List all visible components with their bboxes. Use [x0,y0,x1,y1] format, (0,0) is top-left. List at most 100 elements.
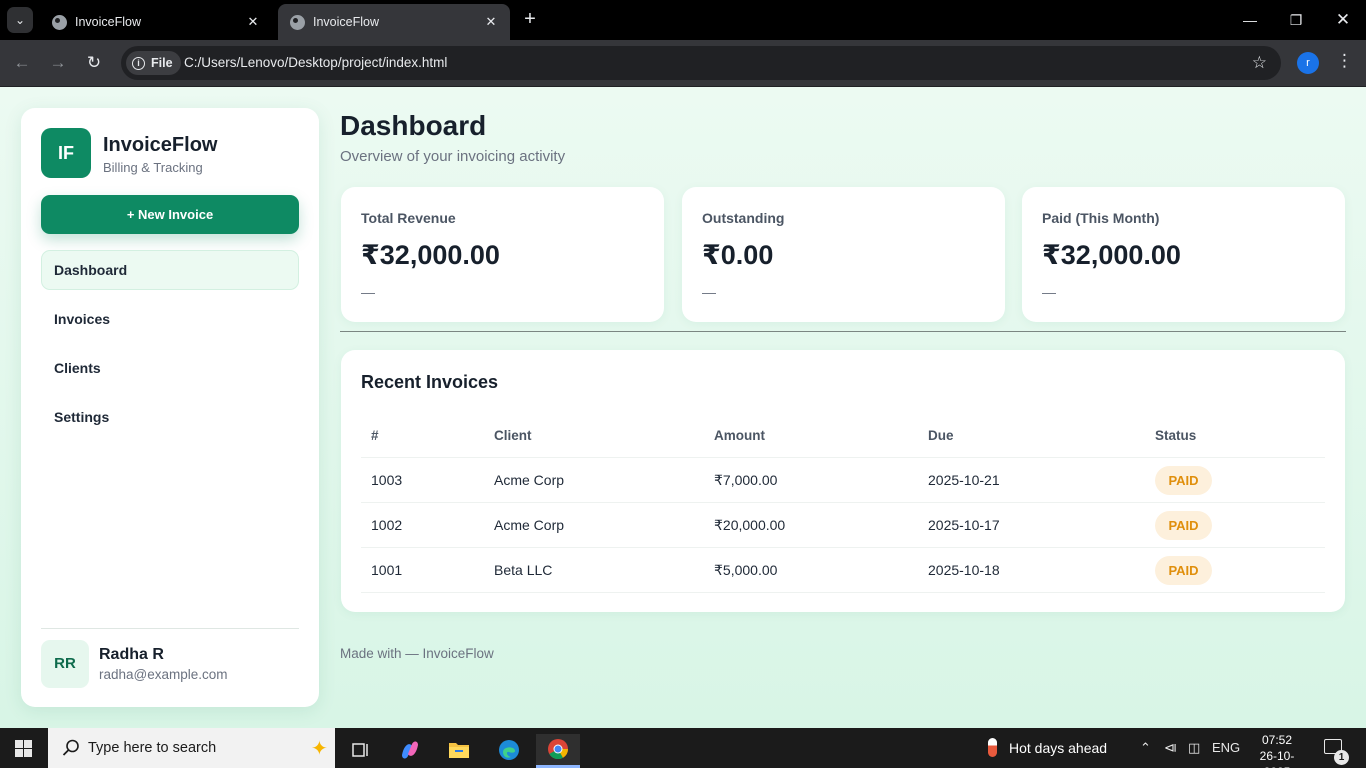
stat-card-paid-this-month: Paid (This Month) ₹32,000.00 — [1022,187,1345,322]
search-placeholder: Type here to search [88,740,217,756]
language-indicator[interactable]: ENG [1212,740,1240,755]
clock-date: 26-10-2025 [1259,749,1295,768]
browser-tab-active[interactable]: InvoiceFlow ✕ [278,4,510,40]
invoice-amount: ₹7,000.00 [714,472,778,488]
profile-avatar[interactable]: r [1297,52,1319,74]
chrome-icon[interactable] [536,734,580,768]
tab-search-chevron-icon[interactable]: ⌄ [7,7,33,33]
stat-note: — [361,284,375,300]
stat-label: Outstanding [702,210,785,226]
app-page: IF InvoiceFlow Billing & Tracking + New … [0,87,1366,728]
page-subtitle: Overview of your invoicing activity [340,148,566,165]
new-invoice-button[interactable]: + New Invoice [41,195,299,234]
sidebar-item-clients[interactable]: Clients [41,348,299,388]
taskbar-search-box[interactable]: Type here to search ✦ [48,728,335,768]
system-clock[interactable]: 07:52 26-10-2025 [1248,732,1306,768]
status-badge: PAID [1155,556,1212,585]
sidebar: IF InvoiceFlow Billing & Tracking + New … [21,108,319,707]
globe-icon [52,14,67,30]
globe-icon [290,14,305,30]
url-text[interactable]: C:/Users/Lenovo/Desktop/project/index.ht… [184,55,447,70]
site-info-chip[interactable]: i File [126,51,181,75]
sidebar-item-settings[interactable]: Settings [41,397,299,437]
column-header-client: Client [494,428,532,443]
sidebar-item-invoices[interactable]: Invoices [41,299,299,339]
stat-label: Total Revenue [361,210,456,226]
brand-name: InvoiceFlow [103,134,218,156]
file-explorer-icon[interactable] [437,734,481,768]
file-chip-label: File [151,56,173,70]
weather-text: Hot days ahead [1009,739,1108,756]
clock-time: 07:52 [1261,733,1293,747]
tab-title: InvoiceFlow [75,15,141,29]
status-badge: PAID [1155,511,1212,540]
tab-close-icon[interactable]: ✕ [482,14,500,30]
browser-toolbar: ← → ↻ i File C:/Users/Lenovo/Desktop/pro… [0,40,1366,86]
stat-card-total-revenue: Total Revenue ₹32,000.00 — [341,187,664,322]
restore-icon[interactable]: ❐ [1273,7,1319,33]
user-avatar: RR [41,640,89,688]
show-hidden-icons-chevron-icon[interactable]: ⌃ [1140,740,1151,756]
stat-value: ₹0.00 [702,240,774,270]
tab-close-icon[interactable]: ✕ [244,14,262,30]
tab-title: InvoiceFlow [313,15,379,29]
info-icon: i [132,56,145,70]
table-row[interactable]: 1003 Acme Corp ₹7,000.00 2025-10-21 PAID [361,458,1325,503]
windows-start-icon[interactable] [15,740,32,757]
invoice-number: 1001 [371,562,403,578]
search-highlight-sparkle-icon: ✦ [311,738,328,760]
user-email: radha@example.com [99,667,228,682]
column-header-status: Status [1155,428,1197,443]
browser-tab[interactable]: InvoiceFlow ✕ [40,4,272,40]
column-header-number: # [371,428,379,443]
table-row[interactable]: 1002 Acme Corp ₹20,000.00 2025-10-17 PAI… [361,503,1325,548]
edge-icon[interactable] [487,734,531,768]
column-header-amount: Amount [714,428,765,443]
column-header-due: Due [928,428,954,443]
reload-icon[interactable]: ↻ [82,51,106,75]
task-view-icon[interactable] [338,734,382,768]
invoice-client: Acme Corp [494,472,565,488]
table-row[interactable]: 1001 Beta LLC ₹5,000.00 2025-10-18 PAID [361,548,1325,593]
recent-invoices-title: Recent Invoices [361,372,499,392]
forward-arrow-icon[interactable]: → [46,51,70,75]
invoice-number: 1003 [371,472,403,488]
window-close-icon[interactable]: ✕ [1320,7,1366,33]
invoice-number: 1002 [371,517,403,533]
notification-count-badge: 1 [1334,750,1349,765]
stat-label: Paid (This Month) [1042,210,1160,226]
status-badge: PAID [1155,466,1212,495]
thermometer-icon [988,738,997,757]
new-tab-plus-icon[interactable]: + [518,8,542,32]
stat-card-outstanding: Outstanding ₹0.00 — [682,187,1005,322]
section-divider [340,331,1346,332]
sidebar-divider [41,628,299,629]
invoice-client: Beta LLC [494,562,553,578]
back-arrow-icon[interactable]: ← [10,51,34,75]
copilot-icon[interactable] [388,734,432,768]
minimize-icon[interactable]: — [1227,7,1273,33]
meet-now-icon[interactable]: ◫ [1188,740,1200,756]
user-name: Radha R [99,646,164,663]
bookmark-star-icon[interactable]: ☆ [1252,53,1267,73]
invoice-due: 2025-10-18 [928,562,1000,578]
recent-invoices-panel: Recent Invoices # Client Amount Due Stat… [341,350,1345,612]
invoice-amount: ₹20,000.00 [714,517,786,533]
menu-kebab-icon[interactable]: ⋮ [1336,51,1353,71]
search-icon [62,739,79,756]
invoice-due: 2025-10-17 [928,517,1000,533]
weather-widget[interactable]: Hot days ahead [988,738,1107,757]
browser-tabstrip: ⌄ InvoiceFlow ✕ InvoiceFlow ✕ + — ❐ ✕ [0,0,1366,40]
address-bar[interactable]: i File C:/Users/Lenovo/Desktop/project/i… [121,46,1281,80]
network-icon[interactable]: ⧏ [1164,740,1177,756]
windows-taskbar: Type here to search ✦ Hot days ahead ⌃ ⧏… [0,728,1366,768]
sidebar-item-dashboard[interactable]: Dashboard [41,250,299,290]
table-header: # Client Amount Due Status [361,425,1325,458]
stat-value: ₹32,000.00 [361,240,500,270]
brand-logo: IF [41,128,91,178]
stat-note: — [1042,284,1056,300]
page-footer: Made with — InvoiceFlow [340,646,494,661]
invoice-amount: ₹5,000.00 [714,562,778,578]
invoice-client: Acme Corp [494,517,565,533]
stat-value: ₹32,000.00 [1042,240,1181,270]
